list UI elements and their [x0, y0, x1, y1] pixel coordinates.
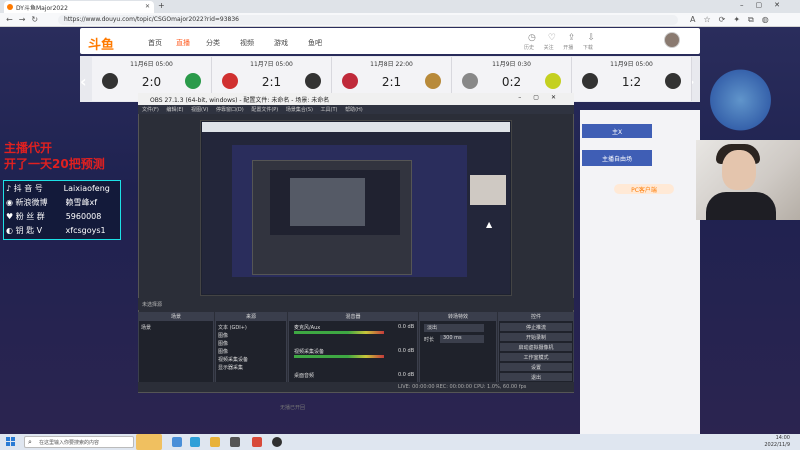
- user-avatar[interactable]: [664, 32, 680, 48]
- audio-meter: [294, 355, 384, 358]
- controls-dock-header: 控件: [498, 312, 574, 321]
- right-blue-button[interactable]: 主X: [582, 124, 652, 138]
- nested-obs-preview-deeper: [290, 178, 365, 226]
- info-row: ◉ 新浪微博 赖雪峰xf: [6, 198, 98, 207]
- search-icon: ⌕: [28, 438, 32, 446]
- info-row: ♪ 抖 音 号 Laixiaofeng: [6, 184, 110, 193]
- source-item[interactable]: 图像: [218, 332, 228, 339]
- header-icon-labels: 历史 关注 开播 下载: [524, 45, 593, 51]
- transitions-dock-header: 转场特效: [419, 312, 497, 321]
- stop-streaming-button[interactable]: 停止推流: [500, 323, 572, 331]
- mixer-channel-db: 0.0 dB: [398, 372, 415, 378]
- windows-start-icon[interactable]: [6, 437, 15, 446]
- taskbar-search-input[interactable]: ⌕ 在这里输入你要搜索的内容: [24, 436, 134, 448]
- info-row: ◐ 钥 匙 Vxfcsgoys1: [6, 226, 106, 235]
- window-controls[interactable]: –▢✕: [740, 1, 792, 9]
- audio-meter: [294, 331, 384, 334]
- browser-toolbar-icons[interactable]: A☆⟳✦⧉◍: [690, 15, 777, 25]
- close-tab-icon[interactable]: ✕: [145, 3, 150, 10]
- header-icons[interactable]: ◷♡⇪⇩: [528, 33, 607, 43]
- obs-source-toolbar: 未选择源: [138, 298, 574, 310]
- duration-input[interactable]: 300 ms: [440, 335, 484, 343]
- nav-category[interactable]: 分类: [206, 38, 220, 48]
- match-card[interactable]: 11月9日 05:00 1:2: [572, 57, 692, 101]
- edge-icon[interactable]: [190, 437, 200, 447]
- tab-title: DY斗鱼Major2022: [16, 5, 68, 12]
- exit-button[interactable]: 退出: [500, 373, 572, 381]
- source-item[interactable]: 文本 (GDI+): [218, 324, 247, 331]
- info-row: ♥ 粉 丝 群 5960008: [6, 212, 102, 221]
- obs-taskbar-icon[interactable]: [272, 437, 282, 447]
- match-prev-arrow-icon[interactable]: ‹: [80, 72, 87, 91]
- mixer-channel-name: 麦克风/Aux: [294, 325, 321, 331]
- system-clock[interactable]: 14:00 2022/11/9: [720, 434, 790, 449]
- duration-label: 时长: [424, 337, 435, 343]
- nested-webcam: [470, 175, 506, 205]
- obs-status-bar: LIVE: 00:00:00 REC: 00:00:00 CPU: 1.0%, …: [138, 382, 574, 392]
- search-highlight-image: [136, 434, 162, 450]
- sources-dock-header: 来源: [215, 312, 287, 321]
- obs-window-controls[interactable]: –▢✕: [518, 94, 568, 101]
- page-footer-text: 无播已开回: [280, 405, 306, 411]
- obs-title-bar: OBS 27.1.3 (64-bit, windows) - 配置文件: 未命名…: [138, 93, 574, 105]
- file-explorer-icon[interactable]: [210, 437, 220, 447]
- new-tab-icon[interactable]: +: [158, 1, 165, 10]
- mixer-channel-name: 桌面音频: [294, 373, 315, 379]
- mascot-image: [703, 60, 778, 140]
- task-view-icon[interactable]: [172, 437, 182, 447]
- browser-tab[interactable]: DY斗鱼Major2022 ✕: [4, 1, 154, 13]
- transition-select[interactable]: 淡出: [424, 324, 484, 332]
- right-streamer-button[interactable]: 主播自由场: [582, 150, 652, 166]
- settings-button[interactable]: 设置: [500, 363, 572, 371]
- mixer-channel-db: 0.0 dB: [398, 348, 415, 354]
- nav-video[interactable]: 视频: [240, 38, 254, 48]
- mouse-cursor-icon: ▲: [486, 220, 493, 229]
- nav-game[interactable]: 游戏: [274, 38, 288, 48]
- app-icon[interactable]: [252, 437, 262, 447]
- nested-browser-bar: [202, 122, 510, 132]
- source-item[interactable]: 视频采集设备: [218, 356, 248, 363]
- douyu-favicon-icon: [7, 4, 13, 10]
- scenes-dock-header: 场景: [138, 312, 214, 321]
- pc-client-badge[interactable]: PC客户端: [614, 184, 674, 194]
- douyu-logo[interactable]: 斗鱼: [88, 34, 114, 53]
- source-item[interactable]: 图像: [218, 348, 228, 355]
- start-recording-button[interactable]: 开始录制: [500, 333, 572, 341]
- app-icon[interactable]: [230, 437, 240, 447]
- nav-home[interactable]: 首页: [148, 38, 162, 48]
- url-input[interactable]: https://www.douyu.com/topic/CSGOmajor202…: [58, 15, 678, 25]
- webcam-person-face: [722, 150, 756, 190]
- mixer-dock-header: 混音器: [288, 312, 418, 321]
- nav-buttons-icon[interactable]: ←→↻: [6, 15, 44, 24]
- source-item[interactable]: 图像: [218, 340, 228, 347]
- nav-live[interactable]: 直播: [176, 38, 190, 48]
- stream-overlay-red-text: 主播代开 开了一天20把预测: [4, 141, 105, 171]
- scene-item[interactable]: 场景: [141, 324, 151, 331]
- mixer-channel-db: 0.0 dB: [398, 324, 415, 330]
- webcam-person-shirt: [706, 192, 776, 220]
- source-item[interactable]: 显示器采集: [218, 364, 243, 371]
- mixer-channel-name: 视频采集设备: [294, 349, 325, 355]
- virtual-camera-button[interactable]: 启动虚拟摄像机: [500, 343, 572, 351]
- studio-mode-button[interactable]: 工作室模式: [500, 353, 572, 361]
- obs-menu-bar[interactable]: 文件(F) 编辑(E) 视图(V) 停靠窗口(D) 配置文件(P) 场景集合(S…: [138, 105, 574, 114]
- nav-fishbar[interactable]: 鱼吧: [308, 38, 322, 48]
